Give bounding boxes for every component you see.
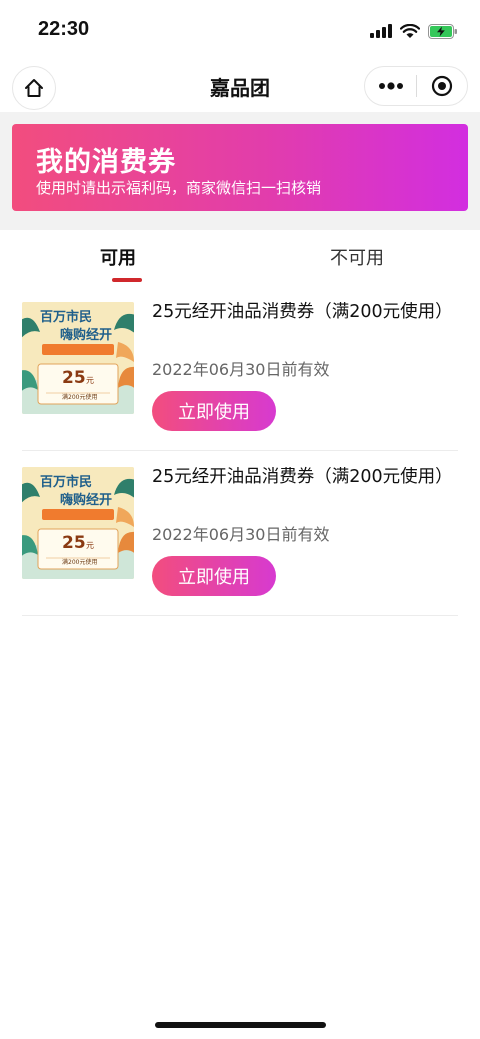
status-icons (370, 20, 458, 42)
banner-title: 我的消费券 (36, 147, 176, 178)
use-now-button[interactable]: 立即使用 (152, 391, 276, 431)
poster-line-1: 百万市民 (40, 310, 93, 325)
coupon-tabs: 可用 不可用 (0, 230, 480, 286)
coupon-name: 25元经开油品消费券（满200元使用） (152, 467, 453, 487)
more-dots-icon (378, 82, 403, 90)
tab-available[interactable]: 可用 (100, 244, 136, 270)
more-button[interactable] (365, 66, 416, 106)
poster-unit: 元 (86, 376, 94, 385)
cellular-signal-icon (370, 24, 392, 38)
coupon-name: 25元经开油品消费券（满200元使用） (152, 302, 453, 322)
close-target-icon (431, 75, 453, 97)
list-divider (22, 615, 458, 616)
poster-value: 25 (62, 368, 86, 388)
coupon-expiry: 2022年06月30日前有效 (152, 525, 330, 544)
coupon-expiry: 2022年06月30日前有效 (152, 360, 330, 379)
coupon-banner: 我的消费券 使用时请出示福利码，商家微信扫一扫核销 (12, 124, 468, 211)
status-time: 22:30 (38, 18, 90, 40)
active-tab-indicator (112, 278, 142, 282)
wifi-icon (400, 23, 420, 38)
mini-program-capsule (364, 66, 468, 106)
poster-value: 25 (62, 533, 86, 553)
tab-unavailable[interactable]: 不可用 (330, 244, 384, 270)
coupon-item: 百万市民 嗨购经开 25 元 满200元使用 25元经开油品消费券（满200元使… (0, 451, 480, 616)
poster-line-1: 百万市民 (40, 475, 93, 490)
poster-line-2: 嗨购经开 (60, 493, 113, 508)
close-button[interactable] (417, 66, 467, 106)
coupon-image: 百万市民 嗨购经开 25 元 满200元使用 (22, 467, 134, 579)
coupon-item: 百万市民 嗨购经开 25 元 满200元使用 25元经开油品消费券（满200元使… (0, 286, 480, 451)
battery-charging-icon (428, 23, 457, 39)
poster-condition: 满200元使用 (62, 394, 98, 401)
poster-unit: 元 (86, 541, 94, 550)
poster-line-2: 嗨购经开 (60, 328, 113, 343)
banner-subtitle: 使用时请出示福利码，商家微信扫一扫核销 (36, 179, 322, 197)
poster-condition: 满200元使用 (62, 559, 98, 566)
home-indicator[interactable] (155, 1022, 326, 1028)
status-bar: 22:30 (0, 0, 480, 58)
coupon-image: 百万市民 嗨购经开 25 元 满200元使用 (22, 302, 134, 414)
nav-bar: 嘉品团 (0, 58, 480, 112)
use-now-button[interactable]: 立即使用 (152, 556, 276, 596)
header-area: 我的消费券 使用时请出示福利码，商家微信扫一扫核销 (0, 112, 480, 230)
